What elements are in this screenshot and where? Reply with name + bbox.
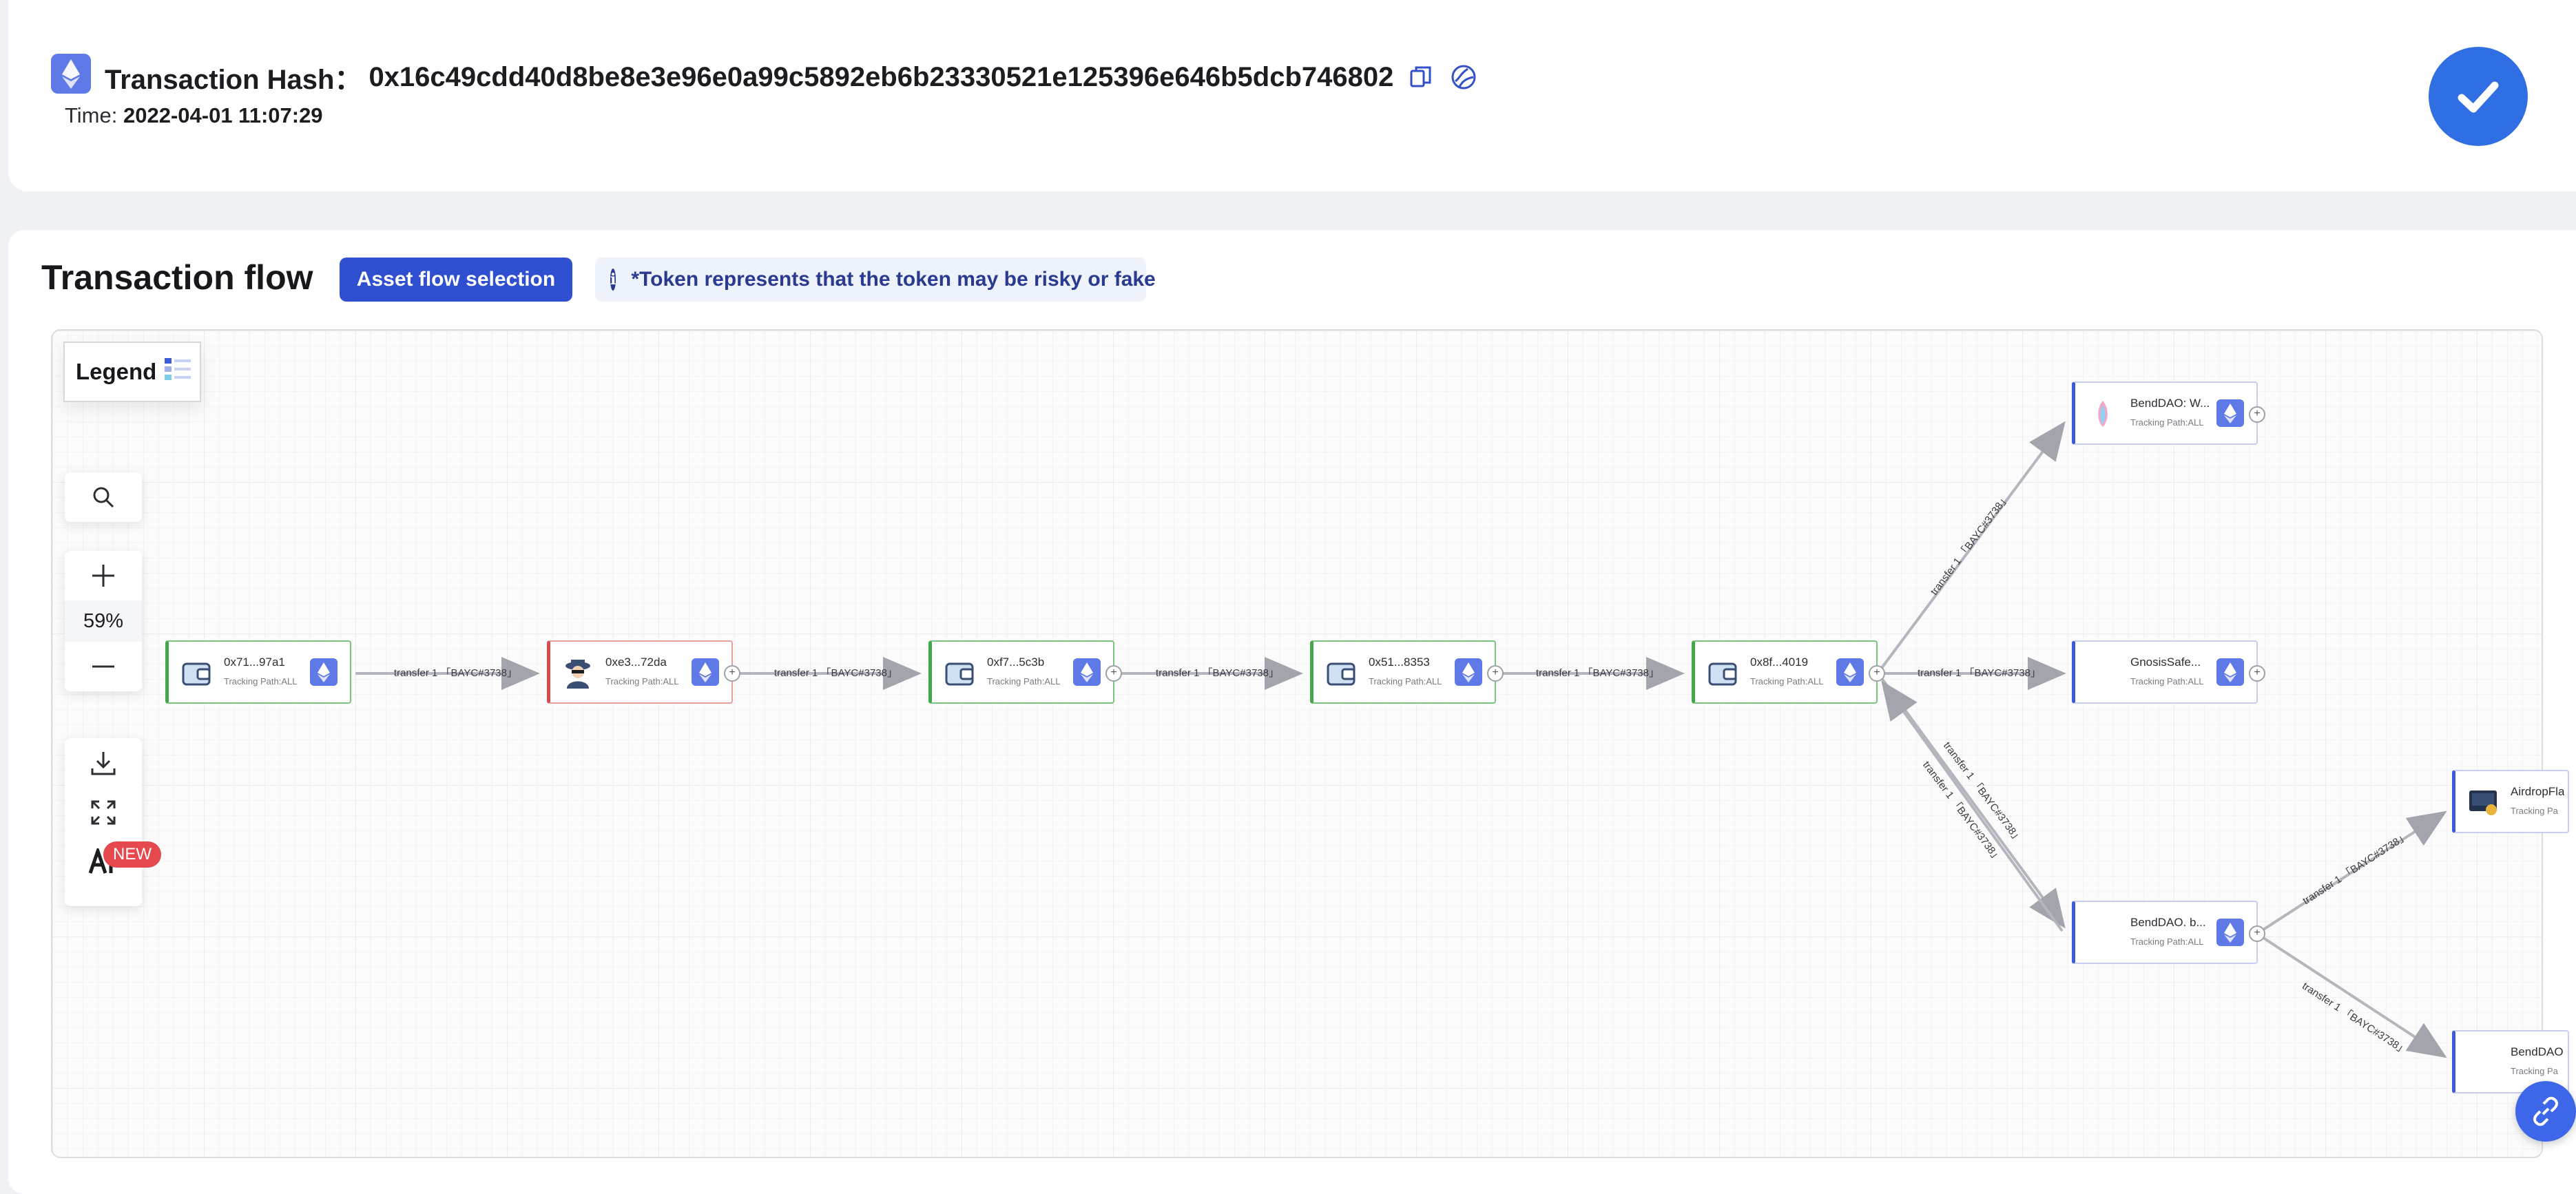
benddao-icon — [2088, 398, 2118, 430]
new-badge: NEW — [103, 841, 161, 868]
time-label: Time: — [65, 103, 118, 127]
expand-button[interactable]: + — [2249, 925, 2265, 942]
ethereum-icon — [2216, 919, 2244, 946]
ethereum-icon — [310, 658, 337, 686]
edge-label: transfer 1 「BAYC#3738」 — [774, 667, 897, 679]
edge-label: transfer 1 「BAYC#3738」 — [1156, 667, 1279, 679]
hash-label: Transaction Hash： — [105, 65, 362, 95]
wallet-icon — [1707, 657, 1738, 689]
ethereum-icon — [2216, 658, 2244, 686]
time-row: Time: 2022-04-01 11:07:29 — [65, 103, 323, 128]
search-tool-group — [65, 472, 142, 522]
section-title: Transaction flow — [41, 258, 313, 297]
edge-line — [2262, 936, 2447, 1058]
expand-button[interactable]: + — [2249, 406, 2265, 423]
wallet-icon — [1326, 657, 1356, 689]
expand-button[interactable]: + — [724, 665, 740, 682]
flow-node[interactable]: BendDAO. b... Tracking Path:ALL + — [2072, 901, 2265, 964]
hash-value: 0x16c49cdd40d8be8e3e96e0a99c5892eb6b2333… — [368, 61, 1394, 92]
node-path: Tracking Path:ALL — [987, 676, 1061, 687]
flow-canvas[interactable] — [51, 329, 2543, 1158]
flow-node[interactable]: 0x51...8353 Tracking Path:ALL + — [1310, 640, 1504, 704]
flow-node[interactable]: 0x8f...4019 Tracking Path:ALL + — [1692, 640, 1885, 704]
check-icon — [2429, 47, 2528, 146]
node-name: 0xe3...72da — [605, 656, 667, 669]
node-path: Tracking Path:ALL — [1369, 676, 1442, 687]
node-name: 0x8f...4019 — [1750, 656, 1809, 669]
flow-node[interactable]: 0xf7...5c3b Tracking Path:ALL + — [928, 640, 1122, 704]
legend-label: Legend — [76, 359, 157, 384]
node-path: Tracking Path:ALL — [605, 676, 679, 687]
node-path: Tracking Path:ALL — [1750, 676, 1824, 687]
expand-button[interactable]: + — [1869, 665, 1885, 682]
hacker-icon — [563, 657, 593, 689]
edges-layer — [355, 421, 2447, 1058]
ethereum-icon — [1836, 658, 1864, 686]
node-path: Tracking Path:ALL — [2130, 936, 2204, 947]
wallet-icon — [181, 657, 211, 689]
expand-button[interactable]: + — [1105, 665, 1122, 682]
expand-button[interactable]: + — [2249, 665, 2265, 682]
flow-node[interactable]: 0xe3...72da Tracking Path:ALL + — [547, 640, 740, 704]
edge-line — [1880, 677, 2066, 929]
zoom-level: 59% — [65, 600, 142, 642]
ethereum-icon — [2216, 399, 2244, 427]
transaction-header: Transaction Hash： 0x16c49cdd40d8be8e3e96… — [8, 0, 2576, 191]
export-tools — [65, 738, 142, 906]
edge-label: transfer 1 「BAYC#3738」 — [394, 667, 517, 679]
edge-label: transfer 1 「BAYC#3738」 — [1918, 667, 2041, 679]
edge-label: transfer 1 「BAYC#3738」 — [1536, 667, 1659, 679]
legend-icon — [163, 355, 194, 389]
node-name: AirdropFla — [2511, 785, 2565, 798]
node-path: Tracking Pa — [2511, 1066, 2558, 1076]
ethereum-icon — [692, 658, 719, 686]
zoom-in-icon[interactable] — [65, 551, 142, 600]
expand-button[interactable]: + — [1487, 665, 1504, 682]
node-name: BendDAO: W... — [2130, 397, 2210, 410]
flow-node[interactable]: GnosisSafe... Tracking Path:ALL + — [2072, 640, 2265, 704]
node-name: 0xf7...5c3b — [987, 656, 1045, 669]
ethereum-icon — [1073, 658, 1101, 686]
flow-node[interactable]: AirdropFla Tracking Pa — [2452, 770, 2569, 833]
asset-flow-selection-button[interactable]: Asset flow selection — [340, 258, 572, 302]
hash-row: Transaction Hash： 0x16c49cdd40d8be8e3e96… — [105, 58, 1479, 96]
ethereum-icon — [51, 54, 91, 94]
node-name: 0x51...8353 — [1369, 656, 1430, 669]
node-name: BendDAO — [2511, 1045, 2564, 1058]
node-name: GnosisSafe... — [2130, 656, 2201, 669]
info-icon: i — [610, 269, 616, 291]
edge-line — [1881, 680, 2064, 932]
link-icon[interactable] — [2515, 1081, 2576, 1142]
explorer-icon[interactable] — [1448, 62, 1479, 92]
wallet-icon — [944, 657, 975, 689]
flow-node[interactable]: 0x71...97a1 Tracking Path:ALL — [165, 640, 351, 704]
node-path: Tracking Path:ALL — [2130, 676, 2204, 687]
fullscreen-icon[interactable] — [65, 788, 142, 837]
zoom-out-icon[interactable] — [65, 642, 142, 691]
flow-node[interactable]: BendDAO: W... Tracking Path:ALL + — [2072, 381, 2265, 445]
notice-text: *Token represents that the token may be … — [631, 268, 1156, 291]
legend-button[interactable]: Legend — [63, 342, 201, 402]
time-value: 2022-04-01 11:07:29 — [123, 103, 323, 127]
download-icon[interactable] — [65, 738, 142, 788]
copy-icon[interactable] — [1406, 62, 1436, 92]
search-icon[interactable] — [65, 472, 142, 522]
node-name: 0x71...97a1 — [224, 656, 285, 669]
ethereum-icon — [1455, 658, 1482, 686]
airdrop-contract-icon — [2468, 786, 2498, 818]
node-path: Tracking Pa — [2511, 806, 2558, 816]
risk-notice: i *Token represents that the token may b… — [595, 258, 1156, 302]
zoom-controls: 59% — [65, 551, 142, 691]
node-path: Tracking Path:ALL — [224, 676, 298, 687]
node-path: Tracking Path:ALL — [2130, 417, 2204, 428]
node-name: BendDAO. b... — [2130, 916, 2206, 929]
